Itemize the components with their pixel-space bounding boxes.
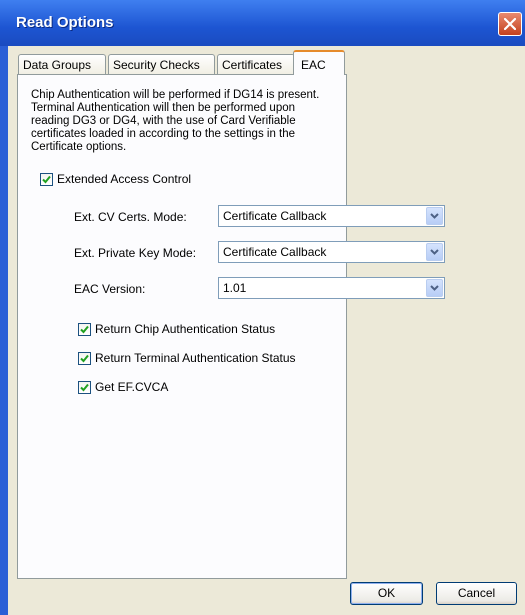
title-bar[interactable]: Read Options (0, 0, 525, 46)
eac-version-select[interactable]: 1.01 (218, 277, 445, 299)
close-icon (504, 18, 516, 30)
private-key-mode-dropdown-button[interactable] (426, 243, 443, 261)
eac-version-label: EAC Version: (74, 282, 146, 296)
extended-access-control-label: Extended Access Control (57, 172, 192, 186)
tab-certificates[interactable]: Certificates (217, 54, 295, 74)
close-button[interactable] (498, 12, 522, 36)
checkmark-icon (80, 383, 89, 392)
ok-button[interactable]: OK (350, 582, 423, 605)
return-terminal-auth-label: Return Terminal Authentication Status (95, 351, 296, 365)
private-key-mode-select[interactable]: Certificate Callback (218, 241, 445, 263)
read-options-dialog: Read Options Data Groups Security Checks… (0, 0, 525, 615)
eac-description: Chip Authentication will be performed if… (31, 89, 320, 153)
eac-version-dropdown-button[interactable] (426, 279, 443, 297)
eac-tab-panel: Chip Authentication will be performed if… (17, 74, 445, 579)
private-key-mode-value: Certificate Callback (223, 245, 327, 259)
cv-certs-mode-label: Ext. CV Certs. Mode: (74, 210, 187, 224)
cancel-button[interactable]: Cancel (436, 582, 517, 605)
eac-version-value: 1.01 (223, 281, 247, 295)
cv-certs-mode-dropdown-button[interactable] (426, 207, 443, 225)
checkmark-icon (42, 175, 51, 184)
return-chip-auth-label: Return Chip Authentication Status (95, 322, 276, 336)
chevron-down-icon (430, 213, 439, 219)
window-title: Read Options (16, 14, 114, 31)
tab-eac[interactable]: EAC (293, 50, 345, 75)
checkbox-box[interactable] (78, 352, 91, 365)
tab-security-checks[interactable]: Security Checks (108, 54, 215, 74)
dialog-body: Data Groups Security Checks Certificates… (8, 46, 525, 615)
checkbox-box[interactable] (40, 173, 53, 186)
private-key-mode-label: Ext. Private Key Mode: (74, 246, 197, 260)
checkbox-box[interactable] (78, 381, 91, 394)
checkmark-icon (80, 325, 89, 334)
tab-data-groups[interactable]: Data Groups (18, 54, 106, 74)
cv-certs-mode-select[interactable]: Certificate Callback (218, 205, 445, 227)
checkbox-box[interactable] (78, 323, 91, 336)
chevron-down-icon (430, 249, 439, 255)
cv-certs-mode-value: Certificate Callback (223, 209, 327, 223)
checkmark-icon (80, 354, 89, 363)
chevron-down-icon (430, 285, 439, 291)
get-ef-cvca-label: Get EF.CVCA (95, 380, 169, 394)
